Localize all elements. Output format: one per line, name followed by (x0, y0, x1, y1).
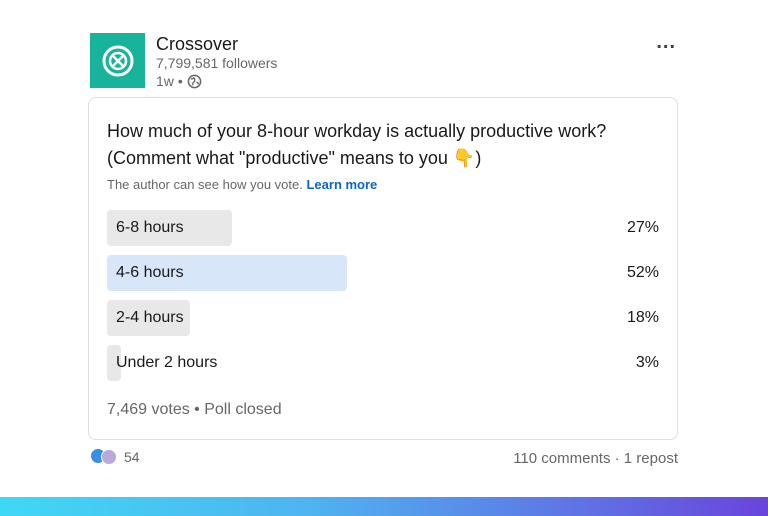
support-reaction-icon (101, 449, 117, 465)
bottom-gradient-bar (0, 497, 768, 516)
post-footer: 54 110 comments · 1 repost (90, 448, 678, 470)
comments-link[interactable]: 110 comments (513, 450, 610, 467)
social-counts: 110 comments · 1 repost (513, 450, 678, 467)
poll-option[interactable]: 2-4 hours 18% (107, 300, 659, 336)
poll-option-percent: 3% (635, 354, 659, 371)
poll-option[interactable]: 4-6 hours 52% (107, 255, 659, 291)
learn-more-link[interactable]: Learn more (306, 177, 377, 192)
reaction-count[interactable]: 54 (124, 449, 140, 465)
company-name[interactable]: Crossover (156, 34, 238, 55)
poll-option[interactable]: Under 2 hours 3% (107, 345, 659, 381)
globe-icon (187, 74, 202, 88)
reposts-link[interactable]: 1 repost (624, 450, 678, 467)
poll-option[interactable]: 6-8 hours 27% (107, 210, 659, 246)
post-header: Crossover 7,799,581 followers 1w • ... (90, 31, 678, 91)
poll-option-label: 2-4 hours (116, 309, 184, 326)
poll-option-label: 4-6 hours (116, 264, 184, 281)
poll-option-percent: 27% (626, 219, 659, 236)
poll-option-label: 6-8 hours (116, 219, 184, 236)
post-age: 1w (156, 73, 174, 89)
poll-card: How much of your 8-hour workday is actua… (88, 97, 678, 440)
meta-separator: • (177, 73, 183, 89)
poll-option-percent: 18% (626, 309, 659, 326)
privacy-text: The author can see how you vote. (107, 177, 303, 192)
poll-option-label: Under 2 hours (116, 354, 218, 371)
poll-votes-summary: 7,469 votes • Poll closed (107, 401, 282, 418)
crossover-logo-icon (102, 45, 133, 76)
follower-count: 7,799,581 followers (156, 55, 278, 71)
poll-question: How much of your 8-hour workday is actua… (107, 121, 607, 168)
reactions-summary[interactable]: 54 (90, 448, 140, 466)
more-options-icon[interactable]: ... (656, 31, 676, 54)
post-meta: 1w • (156, 73, 202, 89)
company-logo[interactable] (90, 33, 145, 88)
social-separator: · (614, 450, 620, 467)
reaction-icons (90, 448, 118, 466)
poll-option-percent: 52% (626, 264, 659, 281)
poll-privacy-note: The author can see how you vote. Learn m… (107, 177, 377, 192)
